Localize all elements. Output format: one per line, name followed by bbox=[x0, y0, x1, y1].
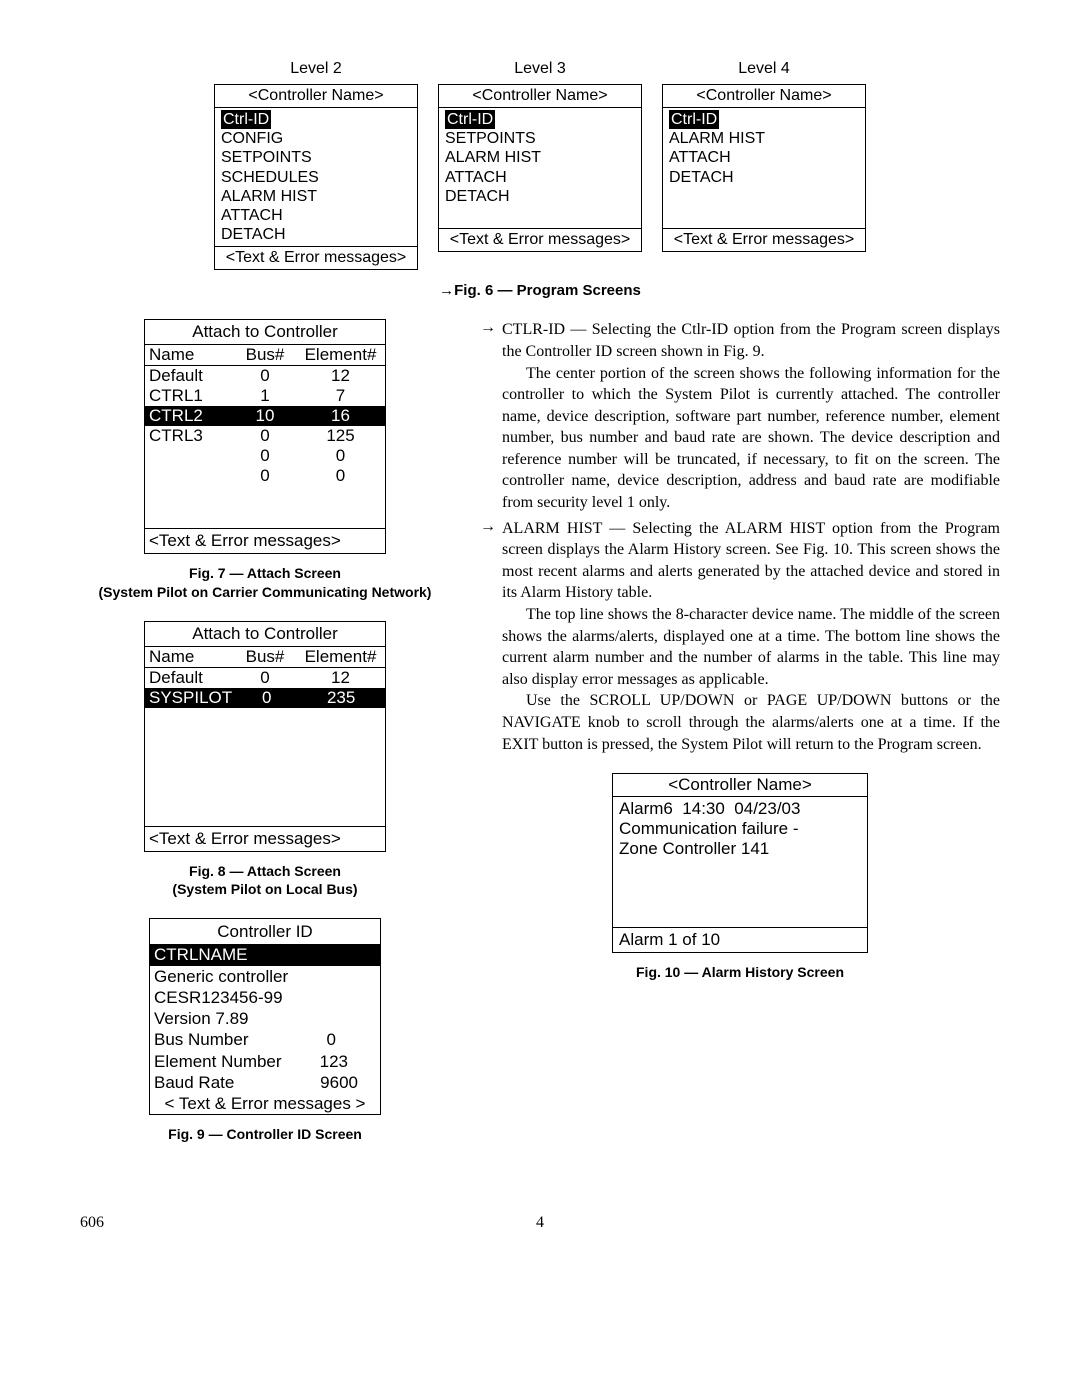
fig8-title: Attach to Controller bbox=[145, 622, 385, 647]
alarm-line: Zone Controller 141 bbox=[619, 839, 861, 859]
fig10-footer: Alarm 1 of 10 bbox=[613, 927, 867, 952]
alarm-line: Alarm6 14:30 04/23/03 bbox=[619, 799, 861, 819]
para1: The center portion of the screen shows t… bbox=[502, 363, 1000, 514]
ctrlid-row: Element Number123 bbox=[150, 1051, 380, 1072]
level3-footer: <Text & Error messages> bbox=[439, 228, 641, 251]
level3-box: <Controller Name> Ctrl-ID SETPOINTS ALAR… bbox=[438, 84, 642, 252]
menu-item-attach[interactable]: ATTACH bbox=[669, 148, 859, 167]
menu-item-attach[interactable]: ATTACH bbox=[445, 168, 635, 187]
fig6-caption: →Fig. 6 — Program Screens bbox=[80, 282, 1000, 299]
fig10-caption: Fig. 10 — Alarm History Screen bbox=[480, 963, 1000, 981]
col-bus: Bus# bbox=[234, 345, 296, 365]
col-elem: Element# bbox=[296, 345, 385, 365]
fig7-header-row: Name Bus# Element# bbox=[145, 345, 385, 366]
level2-column: Level 2 <Controller Name> Ctrl-ID CONFIG… bbox=[214, 60, 418, 270]
menu-item-alarmhist[interactable]: ALARM HIST bbox=[669, 129, 859, 148]
table-row[interactable]: CTRL1 1 7 bbox=[145, 386, 385, 406]
menu-item-config[interactable]: CONFIG bbox=[221, 129, 411, 148]
level3-header: <Controller Name> bbox=[439, 85, 641, 108]
menu-item-attach[interactable]: ATTACH bbox=[221, 206, 411, 225]
fig7-footer: <Text & Error messages> bbox=[145, 528, 385, 553]
fig9-footer: < Text & Error messages > bbox=[150, 1093, 380, 1114]
fig9-caption: Fig. 9 — Controller ID Screen bbox=[80, 1125, 450, 1143]
menu-item-detach[interactable]: DETACH bbox=[669, 168, 859, 187]
menu-item-detach[interactable]: DETACH bbox=[445, 187, 635, 206]
fig9-title: Controller ID bbox=[150, 919, 380, 944]
table-row[interactable]: 0 0 bbox=[145, 466, 385, 486]
arrow-icon: → bbox=[480, 319, 496, 513]
ctrlid-line: Generic controller bbox=[154, 966, 376, 987]
arrow-icon: → bbox=[480, 518, 496, 756]
level4-box: <Controller Name> Ctrl-ID ALARM HIST ATT… bbox=[662, 84, 866, 252]
fig8-footer: <Text & Error messages> bbox=[145, 826, 385, 851]
fig9-box: Controller ID CTRLNAME Generic controlle… bbox=[149, 918, 381, 1115]
fig9-ctrlname[interactable]: CTRLNAME bbox=[150, 944, 380, 965]
alarm-line: Communication failure - bbox=[619, 819, 861, 839]
table-row[interactable]: CTRL3 0 125 bbox=[145, 426, 385, 446]
fig8-box: Attach to Controller Name Bus# Element# … bbox=[144, 621, 386, 852]
menu-item-alarmhist[interactable]: ALARM HIST bbox=[445, 148, 635, 167]
menu-item-ctrlid[interactable]: Ctrl-ID bbox=[445, 110, 495, 129]
fig10-box: <Controller Name> Alarm6 14:30 04/23/03 … bbox=[612, 773, 868, 953]
level2-footer: <Text & Error messages> bbox=[215, 246, 417, 269]
level2-header: <Controller Name> bbox=[215, 85, 417, 108]
level2-box: <Controller Name> Ctrl-ID CONFIG SETPOIN… bbox=[214, 84, 418, 270]
menu-item-detach[interactable]: DETACH bbox=[221, 225, 411, 244]
level3-label: Level 3 bbox=[438, 60, 642, 78]
level3-column: Level 3 <Controller Name> Ctrl-ID SETPOI… bbox=[438, 60, 642, 270]
ctrlid-line: Version 7.89 bbox=[154, 1008, 376, 1029]
table-row[interactable]: Default 0 12 bbox=[145, 668, 385, 688]
alarmhist-bullet: ALARM HIST — Selecting the ALARM HIST op… bbox=[502, 520, 1000, 602]
level4-label: Level 4 bbox=[662, 60, 866, 78]
level4-header: <Controller Name> bbox=[663, 85, 865, 108]
fig7-title: Attach to Controller bbox=[145, 320, 385, 345]
menu-item-setpoints[interactable]: SETPOINTS bbox=[221, 148, 411, 167]
fig7-caption: Fig. 7 — Attach Screen (System Pilot on … bbox=[80, 564, 450, 600]
fig7-box: Attach to Controller Name Bus# Element# … bbox=[144, 319, 386, 554]
level2-label: Level 2 bbox=[214, 60, 418, 78]
menu-item-ctrlid[interactable]: Ctrl-ID bbox=[669, 110, 719, 129]
page-footer-left: 606 bbox=[80, 1214, 104, 1232]
menu-item-schedules[interactable]: SCHEDULES bbox=[221, 168, 411, 187]
fig8-header-row: Name Bus# Element# bbox=[145, 647, 385, 668]
col-name: Name bbox=[145, 345, 234, 365]
ctrlid-line: CESR123456-99 bbox=[154, 987, 376, 1008]
level4-column: Level 4 <Controller Name> Ctrl-ID ALARM … bbox=[662, 60, 866, 270]
menu-item-alarmhist[interactable]: ALARM HIST bbox=[221, 187, 411, 206]
table-row-selected[interactable]: CTRL2 10 16 bbox=[145, 406, 385, 426]
page-footer-center: 4 bbox=[536, 1214, 544, 1232]
menu-item-setpoints[interactable]: SETPOINTS bbox=[445, 129, 635, 148]
ctrlid-row: Bus Number0 bbox=[150, 1029, 380, 1050]
ctrlid-row: Baud Rate9600 bbox=[150, 1072, 380, 1093]
table-row[interactable]: 0 0 bbox=[145, 446, 385, 466]
table-row-selected[interactable]: SYSPILOT 0 235 bbox=[145, 688, 385, 708]
menu-item-ctrlid[interactable]: Ctrl-ID bbox=[221, 110, 271, 129]
fig10-header: <Controller Name> bbox=[613, 774, 867, 797]
para2: The top line shows the 8-character devic… bbox=[502, 604, 1000, 690]
para3: Use the SCROLL UP/DOWN or PAGE UP/DOWN b… bbox=[502, 690, 1000, 755]
table-row[interactable]: Default 0 12 bbox=[145, 366, 385, 386]
ctlrid-bullet: CTLR-ID — Selecting the Ctlr-ID option f… bbox=[502, 321, 1000, 360]
fig8-caption: Fig. 8 — Attach Screen (System Pilot on … bbox=[80, 862, 450, 898]
level4-footer: <Text & Error messages> bbox=[663, 228, 865, 251]
